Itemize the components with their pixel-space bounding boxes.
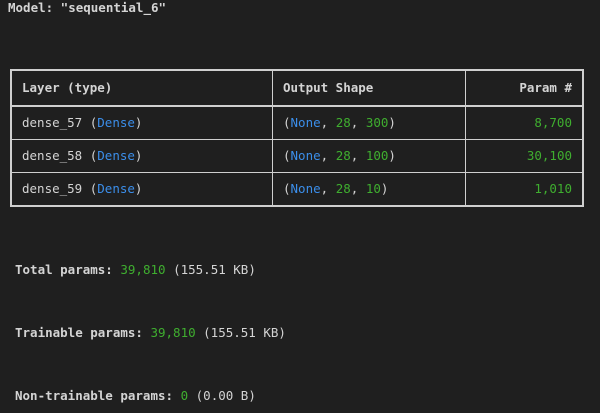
table-row: dense_57 (Dense) (None, 28, 300) 8,700 <box>10 105 584 140</box>
layer-type: Dense <box>97 181 135 196</box>
shape-dim-1: 28 <box>335 148 351 163</box>
layer-cell: dense_59 (Dense) <box>10 172 273 207</box>
total-params-label: Total params: <box>15 262 113 277</box>
total-params-line: Total params: 39,810 (155.51 KB) <box>15 262 256 278</box>
total-params-value: 39,810 <box>120 262 166 277</box>
header-output-shape: Output Shape <box>272 69 466 107</box>
layer-cell: dense_58 (Dense) <box>10 139 273 173</box>
table-row: dense_59 (Dense) (None, 28, 10) 1,010 <box>10 172 584 207</box>
trainable-params-label: Trainable params: <box>15 325 143 340</box>
non-trainable-params-size: (0.00 B) <box>195 388 256 403</box>
shape-dim-2: 100 <box>365 148 389 163</box>
header-param-count: Param # <box>465 69 584 107</box>
shape-dim-0: None <box>290 181 321 196</box>
layer-type: Dense <box>97 148 135 163</box>
layer-name: dense_57 <box>22 115 83 130</box>
layer-type: Dense <box>97 115 135 130</box>
total-params-size: (155.51 KB) <box>173 262 256 277</box>
output-shape-cell: (None, 28, 100) <box>272 139 466 173</box>
table-row: dense_58 (Dense) (None, 28, 100) 30,100 <box>10 139 584 173</box>
layer-name: dense_59 <box>22 181 83 196</box>
model-title: Model: "sequential_6" <box>8 0 167 15</box>
shape-dim-2: 300 <box>365 115 389 130</box>
table-header-row: Layer (type) Output Shape Param # <box>10 69 584 107</box>
header-layer-type: Layer (type) <box>10 69 273 107</box>
non-trainable-params-line: Non-trainable params: 0 (0.00 B) <box>15 388 256 404</box>
param-count-cell: 1,010 <box>465 172 584 207</box>
trainable-params-line: Trainable params: 39,810 (155.51 KB) <box>15 325 286 341</box>
shape-dim-0: None <box>290 115 321 130</box>
trainable-params-value: 39,810 <box>150 325 196 340</box>
param-count-cell: 30,100 <box>465 139 584 173</box>
layer-cell: dense_57 (Dense) <box>10 105 273 140</box>
shape-dim-1: 28 <box>335 115 351 130</box>
non-trainable-params-label: Non-trainable params: <box>15 388 174 403</box>
shape-dim-0: None <box>290 148 321 163</box>
layer-name: dense_58 <box>22 148 83 163</box>
output-shape-cell: (None, 28, 300) <box>272 105 466 140</box>
output-shape-cell: (None, 28, 10) <box>272 172 466 207</box>
shape-dim-1: 28 <box>335 181 351 196</box>
shape-dim-2: 10 <box>365 181 381 196</box>
param-count-cell: 8,700 <box>465 105 584 140</box>
model-summary-table: Layer (type) Output Shape Param # dense_… <box>10 69 584 207</box>
trainable-params-size: (155.51 KB) <box>203 325 286 340</box>
non-trainable-params-value: 0 <box>180 388 189 403</box>
